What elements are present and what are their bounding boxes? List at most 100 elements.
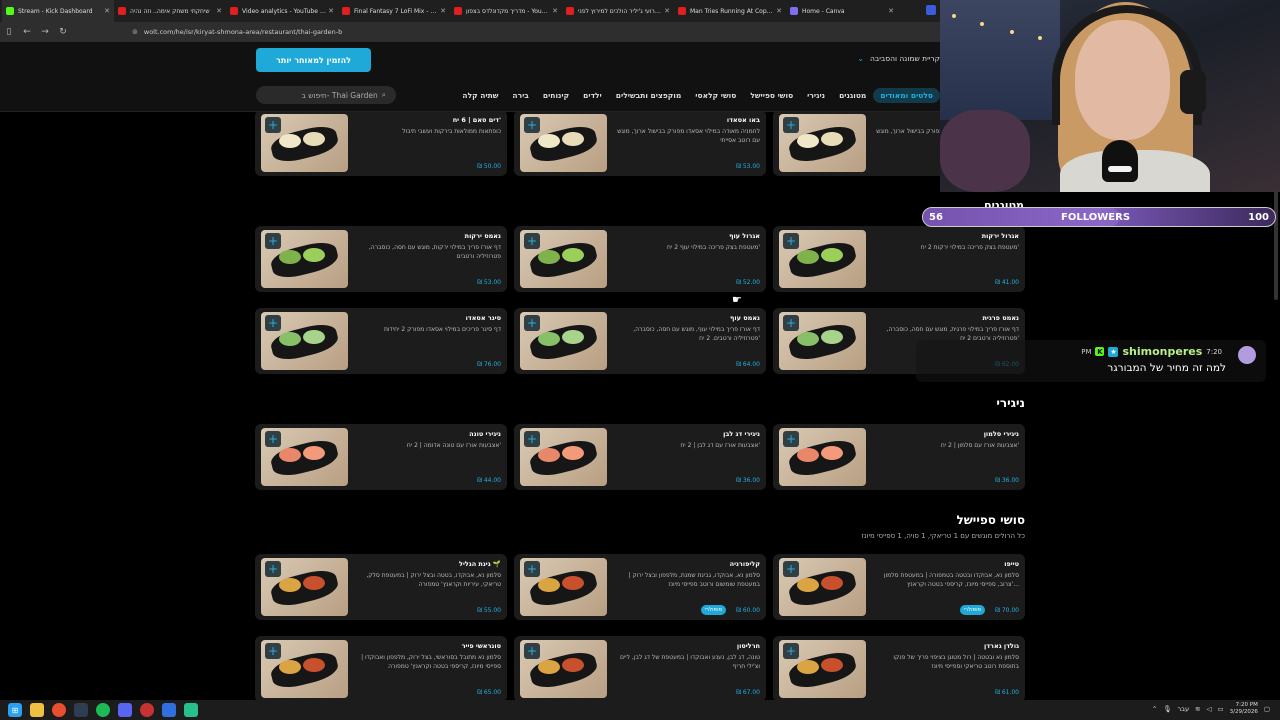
address-bar: ▯ ← → ↻ ⊚ wolt.com/he/isr/kiryat-shmona-… <box>0 22 940 42</box>
browser-tab[interactable]: שיחקתי משחק אימה.. וזה נהיה ✕ <box>114 0 226 22</box>
add-to-cart-button[interactable]: + <box>783 315 799 331</box>
forward-icon[interactable]: → <box>36 27 54 37</box>
browser-tab[interactable]: Stream - Kick Dashboard ✕ <box>2 0 114 22</box>
menu-item-card[interactable]: + באו אסאדו לחמניה מאודה במילוי אסאדו מפור… <box>514 112 766 176</box>
clock[interactable]: 7:20 PM 3/29/2026 <box>1230 702 1258 716</box>
notifications-icon[interactable]: ▢ <box>1264 705 1270 713</box>
add-to-cart-button[interactable]: + <box>524 117 540 133</box>
add-to-cart-button[interactable]: + <box>524 233 540 249</box>
back-icon[interactable]: ← <box>18 27 36 37</box>
menu-item-card[interactable]: + ניגירי סלמון אצבעות אורז עם סלמון | 2 יח… <box>773 424 1025 490</box>
category-tab[interactable]: מוקפצים ותבשילים <box>609 88 689 103</box>
menu-item-card[interactable]: + ניגירי דג לבן אצבעות אורז עם דג לבן | 2 … <box>514 424 766 490</box>
battery-icon[interactable]: ▭ <box>1217 705 1223 713</box>
tab-close-icon[interactable]: ✕ <box>328 7 334 15</box>
file-explorer-icon[interactable] <box>30 703 44 717</box>
dish-description: סלמון נא, אבוקדו, גבינת שמנת, מלפפון ובצ… <box>628 572 760 588</box>
add-to-cart-button[interactable]: + <box>265 643 281 659</box>
menu-item-card[interactable]: + גינת הגליל 🌱 סלמון נא, אבוקדו, בטטה ובצל… <box>255 554 507 620</box>
string-light <box>1038 36 1042 40</box>
discord-icon[interactable] <box>118 703 132 717</box>
add-to-cart-button[interactable]: + <box>783 561 799 577</box>
chat-message: PM K ★ shimonperes 7:20 למה זה מחיר של ה… <box>916 340 1266 382</box>
chrome-icon[interactable] <box>140 703 154 717</box>
category-tab[interactable]: ניגירי <box>800 88 832 103</box>
dish-title: ניגירי סלמון <box>983 430 1019 438</box>
menu-item-card[interactable]: + גולדן גארדן סלמון נא ובטטה | רול מטוגן ב… <box>773 636 1025 700</box>
tab-close-icon[interactable]: ✕ <box>440 7 446 15</box>
add-to-cart-button[interactable]: + <box>524 431 540 447</box>
browser-tab[interactable]: Home - Canva ✕ <box>786 0 898 22</box>
category-tab[interactable]: סלטים ומאודים <box>873 87 940 103</box>
menu-item-card[interactable]: + אגרול עוף מעטפת בצק פריכה במילוי עוף 2 י… <box>514 226 766 292</box>
tab-search-icon[interactable] <box>926 5 936 15</box>
browser-tab[interactable]: Final Fantasy 7 LoFi Mix - [1Hour]✕ <box>338 0 450 22</box>
category-tab[interactable]: קינוחים <box>536 88 576 103</box>
menu-item-card[interactable]: + אגרול ירקות מעטפת בצק פריכה במילוי ירקות… <box>773 226 1025 292</box>
browser-tab[interactable]: מדריך מקדונלדס בצפון - YouTube✕ <box>450 0 562 22</box>
category-tab[interactable]: ילדים <box>576 88 609 103</box>
wifi-icon[interactable]: ≋ <box>1195 705 1200 713</box>
dish-food <box>797 578 819 592</box>
add-to-cart-button[interactable]: + <box>265 431 281 447</box>
add-to-cart-button[interactable]: + <box>783 431 799 447</box>
schedule-order-button[interactable]: להזמין למאוחר יותר <box>256 48 371 72</box>
spotify-icon[interactable] <box>96 703 110 717</box>
tab-close-icon[interactable]: ✕ <box>888 7 894 15</box>
dish-description: מעטפת בצק פריכה במילוי ירקות 2 יח' <box>920 244 1019 251</box>
category-tab[interactable]: בירה <box>505 88 535 103</box>
tab-close-icon[interactable]: ✕ <box>776 7 782 15</box>
menu-item-card[interactable]: + נאמס ירקות דף אורז פריך במילוי ירקות, מו… <box>255 226 507 292</box>
menu-item-card[interactable]: + חרליסון טונה, דג לבן, נענע ואבוקדו | במע… <box>514 636 766 700</box>
menu-item-card[interactable]: + נאמס עוף דף אורז פריך במילוי עוף, מוגש ע… <box>514 308 766 374</box>
category-tab[interactable]: שתיה קלה <box>455 88 505 103</box>
add-to-cart-button[interactable]: + <box>783 643 799 659</box>
add-to-cart-button[interactable]: + <box>265 561 281 577</box>
language-indicator[interactable]: עבר <box>1178 705 1190 713</box>
tray-chevron-icon[interactable]: ⌃ <box>1152 705 1157 713</box>
menu-item-card[interactable]: + דים סאם | 6 יח' כופתאות ממולאות בירקות ו… <box>255 112 507 176</box>
tab-close-icon[interactable]: ✕ <box>216 7 222 15</box>
tab-close-icon[interactable]: ✕ <box>664 7 670 15</box>
add-to-cart-button[interactable]: + <box>524 561 540 577</box>
browser-tab[interactable]: Man Tries Running At Cop With ✕ <box>674 0 786 22</box>
app-icon[interactable] <box>162 703 176 717</box>
add-to-cart-button[interactable]: + <box>265 315 281 331</box>
microphone-tray-icon[interactable]: 🎙 <box>1163 705 1171 713</box>
url-field[interactable]: ⊚ wolt.com/he/isr/kiryat-shmona-area/res… <box>132 28 342 36</box>
menu-item-card[interactable]: + סונראשי פייר סלמון נא מתובל בסוראשי, בצל… <box>255 636 507 700</box>
browser-tab[interactable]: Video analytics - YouTube Studio✕ <box>226 0 338 22</box>
category-tab[interactable]: סושי ספיישל <box>743 88 800 103</box>
sidebar-toggle-icon[interactable]: ▯ <box>0 27 18 37</box>
browser-tab[interactable]: אני ורועי ג'יליר הולכים למירוץ לפני ✕ <box>562 0 674 22</box>
kick-app-icon[interactable] <box>184 703 198 717</box>
tab-favicon-icon <box>118 7 126 15</box>
menu-item-card[interactable]: + ניגירי טונה אצבעות אורז עם טונה אדומה | … <box>255 424 507 490</box>
popular-badge: פופולרי <box>700 605 726 615</box>
add-to-cart-button[interactable]: + <box>524 643 540 659</box>
add-to-cart-button[interactable]: + <box>524 315 540 331</box>
add-to-cart-button[interactable]: + <box>783 117 799 133</box>
dish-price: ₪ 76.00 <box>477 361 501 368</box>
tab-label: שיחקתי משחק אימה.. וזה נהיה <box>130 7 210 15</box>
menu-search-input[interactable]: חיפוש ב- Thai Garden ⌕ <box>256 86 396 104</box>
microphone-icon <box>1102 140 1138 182</box>
area-selector[interactable]: ⌄ קריית שמונה והסביבה <box>857 54 940 63</box>
category-tab[interactable]: סושי קלאסי <box>688 88 743 103</box>
reload-icon[interactable]: ↻ <box>54 27 72 37</box>
firefox-icon[interactable] <box>52 703 66 717</box>
add-to-cart-button[interactable]: + <box>265 233 281 249</box>
tab-close-icon[interactable]: ✕ <box>104 7 110 15</box>
category-tab[interactable]: מטוגנים <box>832 88 873 103</box>
menu-item-card[interactable]: + סיגר אסאדו דף סיגר פריכים במילוי אסאדו מ… <box>255 308 507 374</box>
steam-icon[interactable] <box>74 703 88 717</box>
add-to-cart-button[interactable]: + <box>783 233 799 249</box>
menu-item-card[interactable]: + טייפו סלמון נא, אבוקדו ובטטה בטמפורה | ב… <box>773 554 1025 620</box>
menu-item-card[interactable]: + קליפורניה סלמון נא, אבוקדו, גבינת שמנת, … <box>514 554 766 620</box>
tab-close-icon[interactable]: ✕ <box>552 7 558 15</box>
dish-food <box>538 448 560 462</box>
add-to-cart-button[interactable]: + <box>265 117 281 133</box>
start-icon[interactable]: ⊞ <box>8 703 22 717</box>
volume-icon[interactable]: ◁ <box>1206 705 1211 713</box>
site-info-icon[interactable]: ⊚ <box>132 28 138 36</box>
